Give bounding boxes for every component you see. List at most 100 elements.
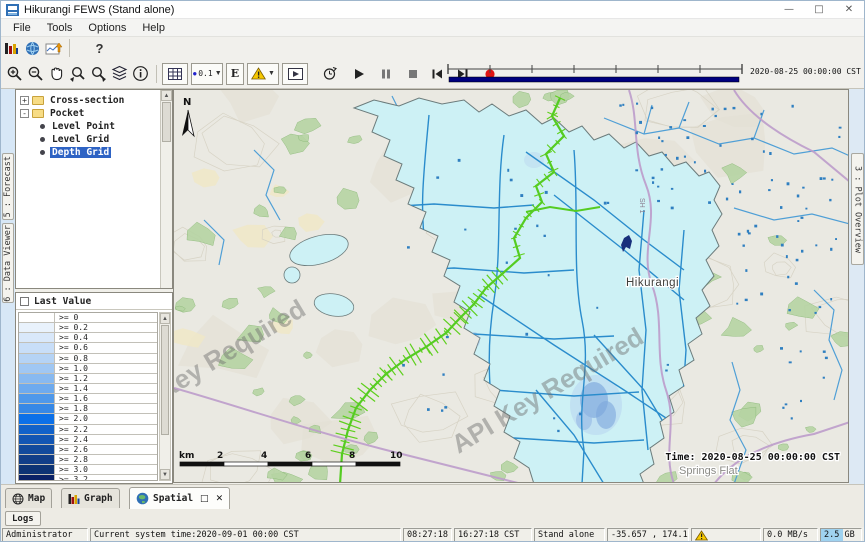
tree-scrollbar[interactable]: ▲ bbox=[160, 90, 172, 288]
legend-row[interactable]: >= 2.8 bbox=[19, 455, 157, 465]
legend-row[interactable]: >= 1.0 bbox=[19, 364, 157, 374]
menu-item-help[interactable]: Help bbox=[134, 22, 173, 34]
scroll-down-button[interactable]: ▼ bbox=[160, 469, 170, 480]
side-tab-plot-overview[interactable]: 3 : Plot Overview bbox=[851, 153, 864, 265]
tree-item[interactable]: Level Grid bbox=[16, 133, 172, 145]
minimize-button[interactable]: — bbox=[774, 1, 804, 18]
legend-row[interactable]: >= 1.8 bbox=[19, 404, 157, 414]
node-bullet-icon bbox=[40, 150, 45, 155]
legend-row[interactable]: >= 2.2 bbox=[19, 425, 157, 435]
title-bar: Hikurangi FEWS (Stand alone) — □ ✕ bbox=[1, 1, 864, 19]
legend-label: >= 1.6 bbox=[55, 394, 88, 403]
main-area: 5 : Forecast 6 : Data Viewer 3 : Plot Ov… bbox=[1, 89, 865, 484]
tab-spatial[interactable]: Spatial □ ✕ bbox=[129, 487, 230, 509]
legend-row[interactable]: >= 1.2 bbox=[19, 374, 157, 384]
tree-item[interactable]: Level Point bbox=[16, 120, 172, 132]
node-bullet-icon bbox=[40, 137, 45, 142]
tree-item-label[interactable]: Level Grid bbox=[50, 134, 111, 145]
warning-icon bbox=[251, 67, 266, 80]
legend-row[interactable]: >= 0 bbox=[19, 313, 157, 323]
tree-item-label[interactable]: Cross-section bbox=[48, 95, 126, 106]
globe-map-button[interactable] bbox=[22, 38, 43, 59]
stop-button[interactable] bbox=[402, 63, 423, 84]
tab-graph[interactable]: Graph bbox=[61, 488, 120, 508]
bar-chart-button[interactable] bbox=[1, 38, 22, 59]
tab-map[interactable]: Map bbox=[5, 488, 52, 508]
map-canvas[interactable]: SH 1 Hikurangi Springs Flat API Key Requ… bbox=[173, 89, 849, 483]
timeseries-button[interactable] bbox=[43, 38, 64, 59]
legend-label: >= 0.8 bbox=[55, 354, 88, 363]
expand-toggle[interactable]: - bbox=[20, 109, 29, 118]
play-button[interactable] bbox=[348, 63, 369, 84]
legend-swatch bbox=[19, 384, 55, 393]
grid-display-button[interactable] bbox=[162, 63, 188, 85]
legend-row[interactable]: >= 2.6 bbox=[19, 445, 157, 455]
menu-item-tools[interactable]: Tools bbox=[39, 22, 81, 34]
legend-row[interactable]: >= 0.6 bbox=[19, 343, 157, 353]
spatial-close-button[interactable]: ✕ bbox=[216, 494, 224, 504]
map-time-label: Time: 2020-08-25 00:00:00 CST bbox=[665, 451, 840, 463]
dot-icon: ● bbox=[192, 69, 197, 78]
class-break-dropdown[interactable]: ● 0.1 ▼ bbox=[191, 63, 223, 85]
logs-button[interactable]: Logs bbox=[5, 511, 41, 526]
tree-item[interactable]: Depth Grid bbox=[16, 146, 172, 158]
tab-map-label: Map bbox=[28, 493, 45, 504]
status-cell-warning[interactable] bbox=[691, 528, 761, 542]
scroll-thumb[interactable] bbox=[162, 102, 171, 142]
status-cell-memory: 2.5 GB bbox=[820, 528, 862, 542]
last-value-checkbox[interactable] bbox=[20, 297, 29, 306]
pan-hand-button[interactable] bbox=[46, 63, 67, 84]
zoom-next-button[interactable] bbox=[88, 63, 109, 84]
menu-bar: File Tools Options Help bbox=[1, 19, 864, 37]
app-window: Hikurangi FEWS (Stand alone) — □ ✕ File … bbox=[0, 0, 865, 542]
scroll-up-button[interactable]: ▲ bbox=[161, 90, 172, 101]
legend-row[interactable]: >= 3.2 bbox=[19, 475, 157, 481]
legend-row[interactable]: >= 2.4 bbox=[19, 435, 157, 445]
legend-swatch bbox=[19, 414, 55, 423]
close-button[interactable]: ✕ bbox=[834, 1, 864, 18]
animation-settings-button[interactable] bbox=[319, 63, 340, 84]
legend-label: >= 3.0 bbox=[55, 465, 88, 474]
maximize-button[interactable]: □ bbox=[804, 1, 834, 18]
info-button[interactable] bbox=[130, 63, 151, 84]
legend-row[interactable]: >= 2.0 bbox=[19, 414, 157, 424]
tree-item[interactable]: + Cross-section bbox=[16, 94, 172, 106]
legend-row[interactable]: >= 0.2 bbox=[19, 323, 157, 333]
zoom-previous-button[interactable] bbox=[67, 63, 88, 84]
tree-item-label[interactable]: Level Point bbox=[50, 121, 117, 132]
legend-row[interactable]: >= 3.0 bbox=[19, 465, 157, 475]
legend-row[interactable]: >= 0.8 bbox=[19, 354, 157, 364]
menu-item-options[interactable]: Options bbox=[80, 22, 134, 34]
layers-button[interactable] bbox=[109, 63, 130, 84]
legend-label: >= 1.0 bbox=[55, 364, 88, 373]
side-tab-data-viewer[interactable]: 6 : Data Viewer bbox=[2, 223, 14, 303]
scroll-thumb[interactable] bbox=[161, 325, 169, 435]
graph-icon bbox=[68, 493, 80, 505]
legend-panel: Last Value >= 0>= 0.2>= 0.4>= 0.6>= 0.8>… bbox=[15, 292, 173, 484]
spatial-maximize-button[interactable]: □ bbox=[200, 494, 209, 504]
legend-table: >= 0>= 0.2>= 0.4>= 0.6>= 0.8>= 1.0>= 1.2… bbox=[18, 312, 158, 481]
side-tab-forecast[interactable]: 5 : Forecast bbox=[2, 153, 14, 220]
zoom-out-button[interactable] bbox=[25, 63, 46, 84]
help-button[interactable]: ? bbox=[89, 38, 110, 59]
zoom-in-button[interactable] bbox=[4, 63, 25, 84]
menu-item-file[interactable]: File bbox=[5, 22, 39, 34]
animation-panel-button[interactable] bbox=[282, 63, 308, 85]
pause-button[interactable] bbox=[375, 63, 396, 84]
legend-swatch bbox=[19, 445, 55, 454]
legend-label: >= 2.8 bbox=[55, 455, 88, 464]
scale-tick-label: 8 bbox=[349, 451, 355, 461]
scroll-up-button[interactable]: ▲ bbox=[160, 313, 170, 324]
legend-row[interactable]: >= 1.4 bbox=[19, 384, 157, 394]
warning-dropdown-button[interactable]: ▼ bbox=[247, 63, 279, 85]
legend-toggle-button[interactable]: E bbox=[226, 63, 244, 85]
tree-item[interactable]: - Pocket bbox=[16, 107, 172, 119]
timeline-slider[interactable] bbox=[444, 61, 746, 85]
tree-item-label[interactable]: Pocket bbox=[48, 108, 86, 119]
tree-item-label[interactable]: Depth Grid bbox=[50, 147, 111, 158]
expand-toggle[interactable]: + bbox=[20, 96, 29, 105]
tab-graph-label: Graph bbox=[84, 493, 113, 504]
legend-row[interactable]: >= 1.6 bbox=[19, 394, 157, 404]
legend-scrollbar[interactable]: ▲ ▼ bbox=[159, 312, 171, 481]
legend-row[interactable]: >= 0.4 bbox=[19, 333, 157, 343]
